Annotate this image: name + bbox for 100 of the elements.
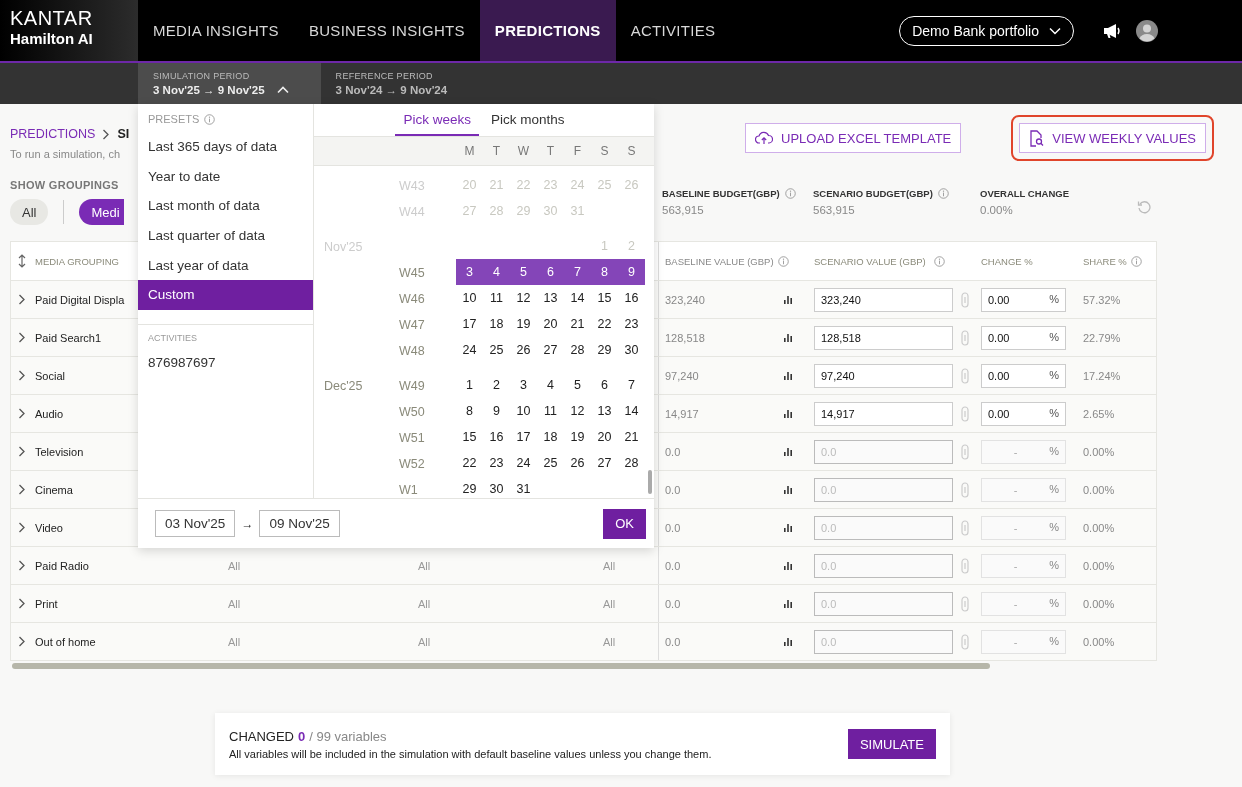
start-date-field[interactable]: 03 Nov'25 <box>155 510 236 537</box>
chevron-right-icon[interactable] <box>18 598 26 609</box>
calendar-day[interactable]: 10 <box>510 398 537 424</box>
calendar-day[interactable]: 20 <box>537 311 564 337</box>
calendar-day[interactable]: 16 <box>618 285 645 311</box>
chevron-right-icon[interactable] <box>18 560 26 571</box>
chevron-right-icon[interactable] <box>102 128 111 140</box>
chevron-right-icon[interactable] <box>18 370 26 381</box>
week-label[interactable]: W51 <box>399 431 425 445</box>
week-label[interactable]: W47 <box>399 318 425 332</box>
calendar-day[interactable]: 15 <box>456 424 483 450</box>
calendar-day[interactable]: 14 <box>618 398 645 424</box>
calendar-day[interactable]: 9 <box>618 259 645 285</box>
scenario-value-field[interactable]: 323,240 <box>814 287 953 312</box>
calendar-day[interactable]: 9 <box>483 398 510 424</box>
calendar-day[interactable]: 22 <box>456 450 483 476</box>
calendar-day[interactable]: 23 <box>483 450 510 476</box>
period-selector[interactable]: REFERENCE PERIOD 3 Nov'24 → 9 Nov'24 <box>320 63 480 104</box>
calendar-day[interactable]: 30 <box>483 476 510 498</box>
calendar-day[interactable]: 11 <box>537 398 564 424</box>
grouping-chip[interactable]: All <box>10 199 49 225</box>
calendar-day[interactable]: 30 <box>618 337 645 363</box>
calendar-day[interactable]: 18 <box>537 424 564 450</box>
scrollbar[interactable] <box>12 663 990 669</box>
bar-chart-icon[interactable] <box>784 523 793 532</box>
action-button[interactable]: UPLOAD EXCEL TEMPLATE <box>745 123 962 153</box>
bar-chart-icon[interactable] <box>784 371 793 380</box>
calendar-day[interactable]: 20 <box>591 424 618 450</box>
calendar-day[interactable]: 6 <box>537 259 564 285</box>
scenario-value-field[interactable]: 14,917 <box>814 401 953 426</box>
calendar-day[interactable]: 24 <box>510 450 537 476</box>
calendar-day[interactable]: 26 <box>510 337 537 363</box>
avatar[interactable] <box>1136 19 1158 42</box>
calendar-day[interactable]: 8 <box>456 398 483 424</box>
end-date-field[interactable]: 09 Nov'25 <box>259 510 340 537</box>
bar-chart-icon[interactable] <box>784 485 793 494</box>
week-label[interactable]: W50 <box>399 405 425 419</box>
calendar-day[interactable]: 12 <box>510 285 537 311</box>
picker-tab[interactable]: Pick months <box>483 104 573 136</box>
calendar-day[interactable]: 1 <box>456 372 483 398</box>
bar-chart-icon[interactable] <box>784 447 793 456</box>
calendar-day[interactable]: 3 <box>510 372 537 398</box>
scenario-value-field[interactable]: 97,240 <box>814 363 953 388</box>
calendar-day[interactable]: 3 <box>456 259 483 285</box>
week-label[interactable]: W49 <box>399 379 425 393</box>
calendar-day[interactable]: 7 <box>564 259 591 285</box>
calendar-day[interactable]: 23 <box>618 311 645 337</box>
calendar-day[interactable]: 13 <box>537 285 564 311</box>
calendar-day[interactable]: 29 <box>456 476 483 498</box>
period-selector[interactable]: SIMULATION PERIOD 3 Nov'25 → 9 Nov'25 <box>138 63 321 104</box>
calendar-day[interactable]: 13 <box>591 398 618 424</box>
calendar-day[interactable]: 27 <box>591 450 618 476</box>
chevron-right-icon[interactable] <box>18 294 26 305</box>
calendar-day[interactable]: 12 <box>564 398 591 424</box>
week-label[interactable]: W45 <box>399 266 425 280</box>
calendar-day[interactable]: 19 <box>564 424 591 450</box>
calendar-day[interactable]: 2 <box>483 372 510 398</box>
calendar-day[interactable]: 24 <box>456 337 483 363</box>
calendar-day[interactable]: 18 <box>483 311 510 337</box>
calendar-day[interactable]: 8 <box>591 259 618 285</box>
calendar-day[interactable]: 16 <box>483 424 510 450</box>
chevron-right-icon[interactable] <box>18 332 26 343</box>
calendar-day[interactable]: 6 <box>591 372 618 398</box>
preset-item[interactable]: Year to date <box>138 161 313 192</box>
calendar-day[interactable]: 25 <box>537 450 564 476</box>
calendar-day[interactable]: 19 <box>510 311 537 337</box>
preset-item[interactable]: Last year of data <box>138 250 313 280</box>
chevron-right-icon[interactable] <box>18 522 26 533</box>
calendar-day[interactable]: 26 <box>564 450 591 476</box>
ok-button[interactable]: OK <box>603 508 646 539</box>
chevron-right-icon[interactable] <box>18 636 26 647</box>
preset-item[interactable]: Last month of data <box>138 191 313 221</box>
nav-tab[interactable]: MEDIA INSIGHTS <box>138 0 294 61</box>
scrollbar[interactable] <box>648 470 652 494</box>
calendar-day[interactable]: 11 <box>483 285 510 311</box>
calendar-day[interactable]: 4 <box>537 372 564 398</box>
grouping-chip[interactable]: Medi <box>79 199 124 225</box>
calendar-day[interactable]: 5 <box>564 372 591 398</box>
week-label[interactable]: W46 <box>399 292 425 306</box>
calendar-day[interactable]: 15 <box>591 285 618 311</box>
preset-item[interactable]: Custom <box>138 279 313 310</box>
calendar-day[interactable]: 21 <box>564 311 591 337</box>
bar-chart-icon[interactable] <box>784 295 793 304</box>
chevron-right-icon[interactable] <box>18 408 26 419</box>
preset-item[interactable]: Last quarter of data <box>138 220 313 251</box>
bar-chart-icon[interactable] <box>784 333 793 342</box>
bar-chart-icon[interactable] <box>784 637 793 646</box>
week-label[interactable]: W48 <box>399 344 425 358</box>
nav-tab[interactable]: PREDICTIONS <box>479 0 616 61</box>
chevron-up-icon[interactable] <box>276 86 289 94</box>
calendar-day[interactable]: 17 <box>510 424 537 450</box>
calendar-day[interactable]: 29 <box>591 337 618 363</box>
activity-item[interactable]: 876987697 <box>138 342 313 382</box>
calendar-day[interactable]: 17 <box>456 311 483 337</box>
calendar-day[interactable]: 27 <box>537 337 564 363</box>
megaphone-icon[interactable] <box>1102 22 1122 39</box>
calendar-day[interactable]: 4 <box>483 259 510 285</box>
breadcrumb-link[interactable]: PREDICTIONS <box>10 127 96 141</box>
bar-chart-icon[interactable] <box>784 409 793 418</box>
scenario-value-field[interactable]: 128,518 <box>814 325 953 350</box>
